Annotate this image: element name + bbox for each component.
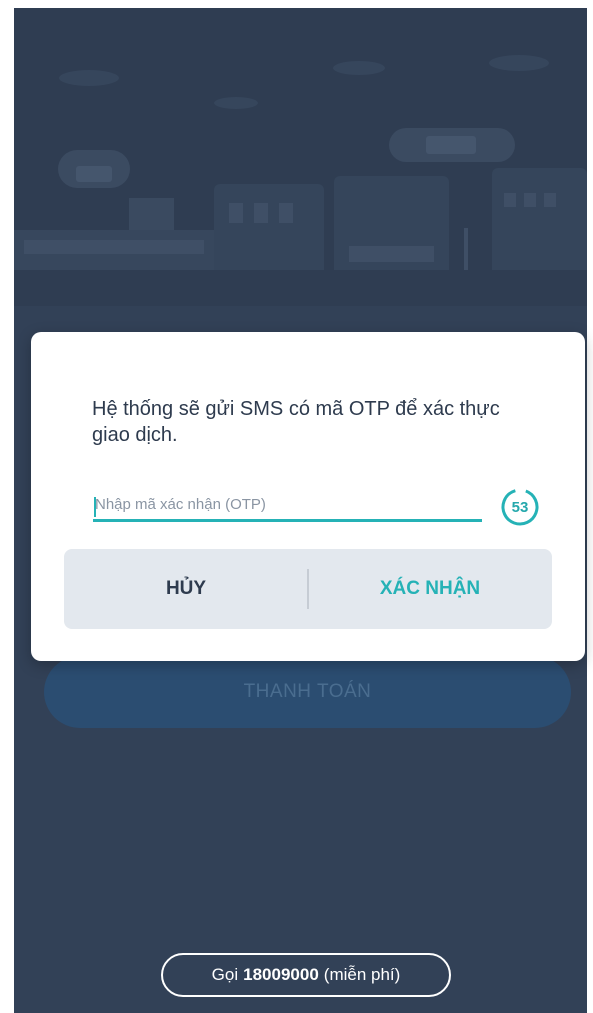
call-suffix: (miễn phí) xyxy=(323,965,401,984)
text-caret xyxy=(94,497,96,517)
otp-input[interactable] xyxy=(93,492,482,522)
call-hotline-button[interactable]: Gọi 18009000 (miễn phí) xyxy=(161,953,451,997)
dialog-message: Hệ thống sẽ gửi SMS có mã OTP để xác thự… xyxy=(92,398,500,446)
otp-dialog: Hệ thống sẽ gửi SMS có mã OTP để xác thự… xyxy=(31,332,585,661)
city-skyline-illustration xyxy=(14,55,587,306)
pay-button: THANH TOÁN xyxy=(44,656,571,728)
confirm-button[interactable]: XÁC NHẬN xyxy=(308,549,552,629)
hotline-number: 18009000 xyxy=(243,965,319,984)
hero-illustration xyxy=(14,8,587,306)
cancel-button[interactable]: HỦY xyxy=(64,549,308,629)
countdown-seconds: 53 xyxy=(511,498,529,516)
call-prefix: Gọi xyxy=(211,965,239,984)
dialog-actions: HỦY XÁC NHẬN xyxy=(64,549,552,629)
